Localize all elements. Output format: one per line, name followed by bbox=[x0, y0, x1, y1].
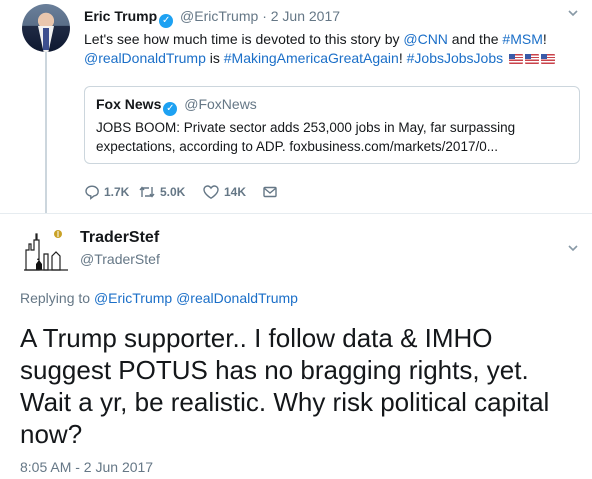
chevron-down-icon[interactable] bbox=[567, 6, 579, 22]
chevron-down-icon[interactable] bbox=[567, 241, 579, 257]
quoted-author-name: Fox News bbox=[96, 96, 162, 112]
tweet-text-segment: Let's see how much time is devoted to th… bbox=[84, 31, 404, 47]
us-flag-icon bbox=[509, 54, 524, 64]
replying-to-line: Replying to @EricTrump @realDonaldTrump bbox=[20, 290, 298, 306]
like-count: 14K bbox=[224, 185, 247, 199]
parent-tweet-text: Let's see how much time is devoted to th… bbox=[84, 30, 579, 68]
quoted-tweet-header: Fox News ✓ @FoxNews bbox=[96, 96, 257, 116]
replying-to-realdonaldtrump-link[interactable]: @realDonaldTrump bbox=[176, 290, 298, 306]
hashtag-msm-link[interactable]: #MSM bbox=[502, 31, 542, 47]
us-flag-icon bbox=[525, 54, 540, 64]
reply-tweet-text: A Trump supporter.. I follow data & IMHO… bbox=[20, 323, 550, 449]
parent-tweet[interactable]: Eric Trump ✓ @EricTrump · 2 Jun 2017 Let'… bbox=[0, 0, 592, 213]
avatar-tie bbox=[43, 28, 49, 50]
reply-icon bbox=[85, 185, 99, 200]
eric-trump-avatar[interactable] bbox=[22, 4, 70, 52]
verified-badge-icon: ✓ bbox=[159, 14, 174, 28]
direct-message-button[interactable] bbox=[262, 184, 282, 200]
hashtag-maga-link[interactable]: #MakingAmericaGreatAgain bbox=[224, 50, 399, 66]
reply-count: 1.7K bbox=[104, 185, 130, 199]
parent-tweet-header: Eric Trump ✓ @EricTrump · 2 Jun 2017 bbox=[84, 8, 340, 28]
verified-badge-icon: ✓ bbox=[163, 102, 178, 116]
retweet-count: 5.0K bbox=[160, 185, 186, 199]
heart-icon bbox=[203, 185, 219, 200]
tweet-date[interactable]: 2 Jun 2017 bbox=[271, 8, 340, 24]
quoted-tweet-card[interactable]: Fox News ✓ @FoxNews JOBS BOOM: Private se… bbox=[84, 86, 580, 164]
reply-timestamp[interactable]: 8:05 AM - 2 Jun 2017 bbox=[20, 459, 153, 475]
author-name[interactable]: Eric Trump bbox=[84, 8, 157, 24]
reply-author-handle[interactable]: @TraderStef bbox=[80, 251, 160, 267]
mention-realdonaldtrump-link[interactable]: @realDonaldTrump bbox=[84, 50, 206, 66]
tweet-divider bbox=[0, 213, 592, 214]
replying-to-label: Replying to bbox=[20, 290, 94, 306]
tweet-text-segment: is bbox=[205, 50, 224, 66]
tweet-text-segment: and the bbox=[447, 31, 503, 47]
hashtag-jobs-link[interactable]: #JobsJobsJobs bbox=[407, 50, 504, 66]
reply-button[interactable]: 1.7K bbox=[84, 184, 129, 200]
author-handle[interactable]: @EricTrump bbox=[180, 8, 258, 24]
mention-cnn-link[interactable]: @CNN bbox=[403, 31, 448, 47]
quoted-tweet-text: JOBS BOOM: Private sector adds 253,000 j… bbox=[96, 120, 516, 154]
tweet-text-segment: ! bbox=[542, 31, 547, 47]
header-separator: · bbox=[262, 8, 267, 24]
thread-connector-line bbox=[45, 42, 47, 213]
like-button[interactable]: 14K bbox=[202, 184, 246, 200]
retweet-button[interactable]: 5.0K bbox=[138, 184, 185, 200]
tweet-text-segment: ! bbox=[398, 50, 407, 66]
us-flag-icon bbox=[541, 54, 556, 64]
reply-author-name[interactable]: TraderStef bbox=[80, 229, 159, 247]
quoted-author-handle: @FoxNews bbox=[184, 96, 257, 112]
traderstef-avatar[interactable] bbox=[22, 226, 70, 274]
envelope-icon bbox=[263, 186, 277, 198]
retweet-icon bbox=[139, 186, 155, 198]
replying-to-erictrump-link[interactable]: @EricTrump bbox=[94, 290, 172, 306]
